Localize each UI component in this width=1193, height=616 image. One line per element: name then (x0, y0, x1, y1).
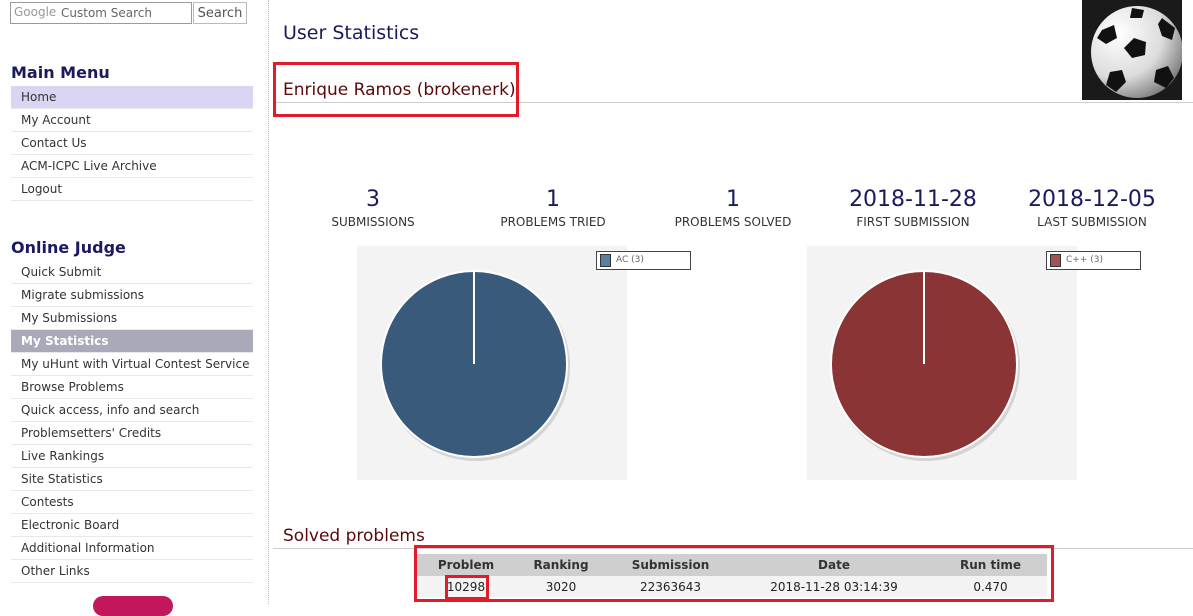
soccer-ball-icon (1082, 0, 1182, 100)
search-button[interactable]: Search (193, 2, 247, 24)
legend-label: AC (3) (616, 255, 644, 265)
stat-problems-solved: 1 PROBLEMS SOLVED (643, 186, 823, 230)
legend-swatch (600, 254, 611, 267)
legend-swatch (1050, 254, 1061, 267)
stat-label: LAST SUBMISSION (1037, 215, 1147, 229)
verdict-pie-chart (357, 246, 627, 480)
stat-label: SUBMISSIONS (331, 215, 415, 229)
stat-value: 1 (546, 187, 560, 212)
stat-value: 1 (726, 187, 740, 212)
judge-menu-item[interactable]: Site Statistics (11, 468, 253, 491)
highlight-box (414, 545, 1054, 602)
main-menu-item[interactable]: ACM-ICPC Live Archive (11, 155, 253, 178)
highlight-box (445, 575, 489, 600)
language-pie-chart (807, 246, 1077, 480)
stat-first-submission: 2018-11-28 FIRST SUBMISSION (823, 186, 1003, 230)
language-legend: C++ (3) (1046, 251, 1141, 270)
soccer-ball-graphic (1082, 0, 1182, 100)
search-input[interactable] (10, 2, 192, 24)
judge-menu-item[interactable]: My uHunt with Virtual Contest Service (11, 353, 253, 376)
judge-menu-item[interactable]: Live Rankings (11, 445, 253, 468)
judge-menu-item[interactable]: Quick access, info and search (11, 399, 253, 422)
stat-value: 2018-12-05 (1028, 187, 1156, 212)
judge-menu-item[interactable]: My Statistics (11, 330, 253, 353)
judge-menu-item[interactable]: Quick Submit (11, 261, 253, 284)
online-judge-menu: Quick Submit Migrate submissions My Subm… (11, 261, 253, 583)
judge-menu-item[interactable]: Other Links (11, 560, 253, 583)
legend-label: C++ (3) (1066, 255, 1103, 265)
judge-menu-item[interactable]: Problemsetters' Credits (11, 422, 253, 445)
stat-submissions: 3 SUBMISSIONS (283, 186, 463, 230)
judge-menu-item[interactable]: Migrate submissions (11, 284, 253, 307)
stat-value: 2018-11-28 (849, 187, 977, 212)
language-pie-svg (830, 270, 1020, 461)
stat-label: FIRST SUBMISSION (856, 215, 970, 229)
stat-label: PROBLEMS TRIED (500, 215, 606, 229)
stat-last-submission: 2018-12-05 LAST SUBMISSION (1002, 186, 1182, 230)
judge-menu-item[interactable]: Additional Information (11, 537, 253, 560)
online-judge-title: Online Judge (11, 238, 126, 257)
stat-problems-tried: 1 PROBLEMS TRIED (463, 186, 643, 230)
main-menu-title: Main Menu (11, 63, 110, 82)
stat-label: PROBLEMS SOLVED (674, 215, 792, 229)
page-title: User Statistics (283, 22, 420, 44)
judge-menu-item[interactable]: Contests (11, 491, 253, 514)
verdict-pie-svg (380, 270, 570, 461)
judge-menu-item[interactable]: Browse Problems (11, 376, 253, 399)
judge-menu-item[interactable]: Electronic Board (11, 514, 253, 537)
main-menu-item[interactable]: Home (11, 86, 253, 109)
verdict-legend: AC (3) (596, 251, 691, 270)
main-content: User Statistics Enrique Ramos (brokenerk… (268, 0, 1193, 604)
main-menu: Home My Account Contact Us ACM-ICPC Live… (11, 86, 253, 201)
main-menu-item[interactable]: Contact Us (11, 132, 253, 155)
partial-button[interactable] (93, 596, 173, 616)
main-menu-item[interactable]: Logout (11, 178, 253, 201)
highlight-box (273, 62, 519, 117)
sidebar: Google Search Main Menu Home My Account … (0, 0, 269, 616)
solved-problems-title: Solved problems (283, 526, 425, 546)
judge-menu-item[interactable]: My Submissions (11, 307, 253, 330)
stat-value: 3 (366, 187, 380, 212)
main-menu-item[interactable]: My Account (11, 109, 253, 132)
